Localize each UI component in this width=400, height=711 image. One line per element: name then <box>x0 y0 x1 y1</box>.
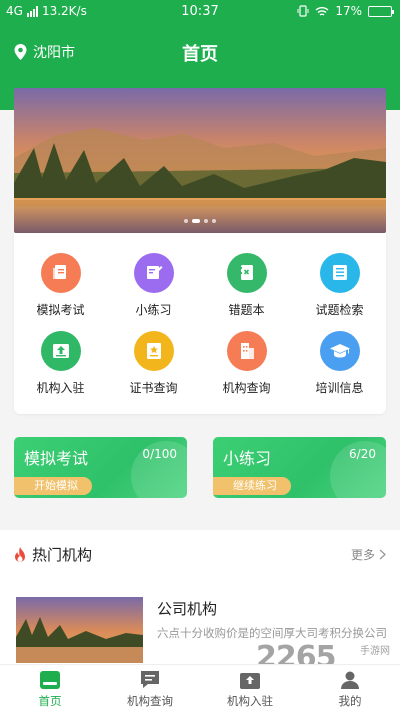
status-bar: 4G 13.2K/s 10:37 17% <box>0 0 400 24</box>
card-title: 模拟考试 <box>24 449 89 468</box>
section-title-label: 热门机构 <box>32 546 93 564</box>
card-count: 0/100 <box>142 447 177 461</box>
grid-item-building[interactable]: 机构查询 <box>200 331 293 411</box>
tab-label: 我的 <box>338 694 362 708</box>
grid-item-upload-box[interactable]: 机构入驻 <box>14 331 107 411</box>
org-image <box>16 597 143 663</box>
grid-item-pencil-note[interactable]: 小练习 <box>107 253 200 333</box>
tab-mine[interactable]: 我的 <box>300 669 400 709</box>
grid-item-notebook[interactable]: 错题本 <box>200 253 293 333</box>
list-icon <box>319 253 360 293</box>
profile-icon <box>341 671 359 689</box>
grid-item-label: 培训信息 <box>315 381 364 395</box>
carousel-dot[interactable] <box>204 219 208 223</box>
tab-home[interactable]: 首页 <box>0 669 100 709</box>
wifi-icon <box>315 6 329 16</box>
org-thumbnail[interactable] <box>16 597 143 663</box>
location-label: 沈阳市 <box>33 45 75 61</box>
grid-item-label: 机构入驻 <box>36 381 85 395</box>
location-selector[interactable]: 沈阳市 <box>14 42 75 62</box>
mock-exam-card[interactable]: 模拟考试 0/100 开始模拟 <box>14 437 187 498</box>
vibrate-icon <box>297 5 309 17</box>
flame-icon <box>15 546 25 562</box>
grid-item-label: 证书查询 <box>129 381 178 395</box>
card-title: 小练习 <box>223 449 272 468</box>
grid-item-label: 模拟考试 <box>36 303 85 317</box>
carousel-dot[interactable] <box>184 219 188 223</box>
upload-icon <box>240 673 260 689</box>
grid-item-label: 小练习 <box>135 303 172 317</box>
chevron-right-icon <box>379 549 386 560</box>
carousel-indicator <box>14 219 386 223</box>
more-link[interactable]: 更多 <box>351 546 386 563</box>
grid-item-graduation-cap[interactable]: 培训信息 <box>293 331 386 411</box>
section-title: 热门机构 <box>14 544 92 565</box>
tab-label: 机构查询 <box>127 694 173 708</box>
watermark-text: 手游网 <box>360 646 390 657</box>
grid-item-document[interactable]: 模拟考试 <box>14 253 107 333</box>
function-grid: 模拟考试 小练习 错题本 试题检索机构入驻 证书查询 机构查询 培训信息 <box>14 233 386 414</box>
carousel-dot[interactable] <box>212 219 216 223</box>
pencil-note-icon <box>133 253 174 293</box>
battery-icon <box>368 5 394 17</box>
location-pin-icon <box>14 44 27 60</box>
status-right: 17% <box>297 4 394 18</box>
grid-item-label: 错题本 <box>228 303 265 317</box>
start-mock-button[interactable]: 开始模拟 <box>14 477 92 495</box>
graduation-cap-icon <box>319 331 360 371</box>
banner-carousel[interactable] <box>14 88 386 233</box>
org-name[interactable]: 公司机构 <box>157 598 217 619</box>
grid-item-label: 试题检索 <box>315 303 364 317</box>
app-header: 沈阳市 首页 <box>0 24 400 80</box>
more-label: 更多 <box>350 548 375 562</box>
document-icon <box>40 253 81 293</box>
tab-label: 机构入驻 <box>227 694 273 708</box>
continue-practice-button[interactable]: 继续练习 <box>213 477 291 495</box>
carousel-dot[interactable] <box>192 219 200 223</box>
card-count: 6/20 <box>349 447 376 461</box>
tab-label: 首页 <box>38 694 62 708</box>
tab-org-search[interactable]: 机构查询 <box>100 669 200 709</box>
battery-percent: 17% <box>335 4 362 18</box>
building-icon <box>226 331 267 371</box>
banner-image <box>14 88 386 233</box>
bottom-tab-bar: 首页 机构查询 机构入驻 我的 <box>0 664 400 711</box>
upload-box-icon <box>40 331 81 371</box>
tab-org-join[interactable]: 机构入驻 <box>200 669 300 709</box>
practice-card[interactable]: 小练习 6/20 继续练习 <box>213 437 386 498</box>
grid-item-label: 机构查询 <box>222 381 271 395</box>
home-icon <box>40 671 60 689</box>
chat-icon <box>141 671 159 688</box>
certificate-icon <box>133 331 174 371</box>
notebook-icon <box>226 253 267 293</box>
grid-item-certificate[interactable]: 证书查询 <box>107 331 200 411</box>
grid-item-list[interactable]: 试题检索 <box>293 253 386 333</box>
